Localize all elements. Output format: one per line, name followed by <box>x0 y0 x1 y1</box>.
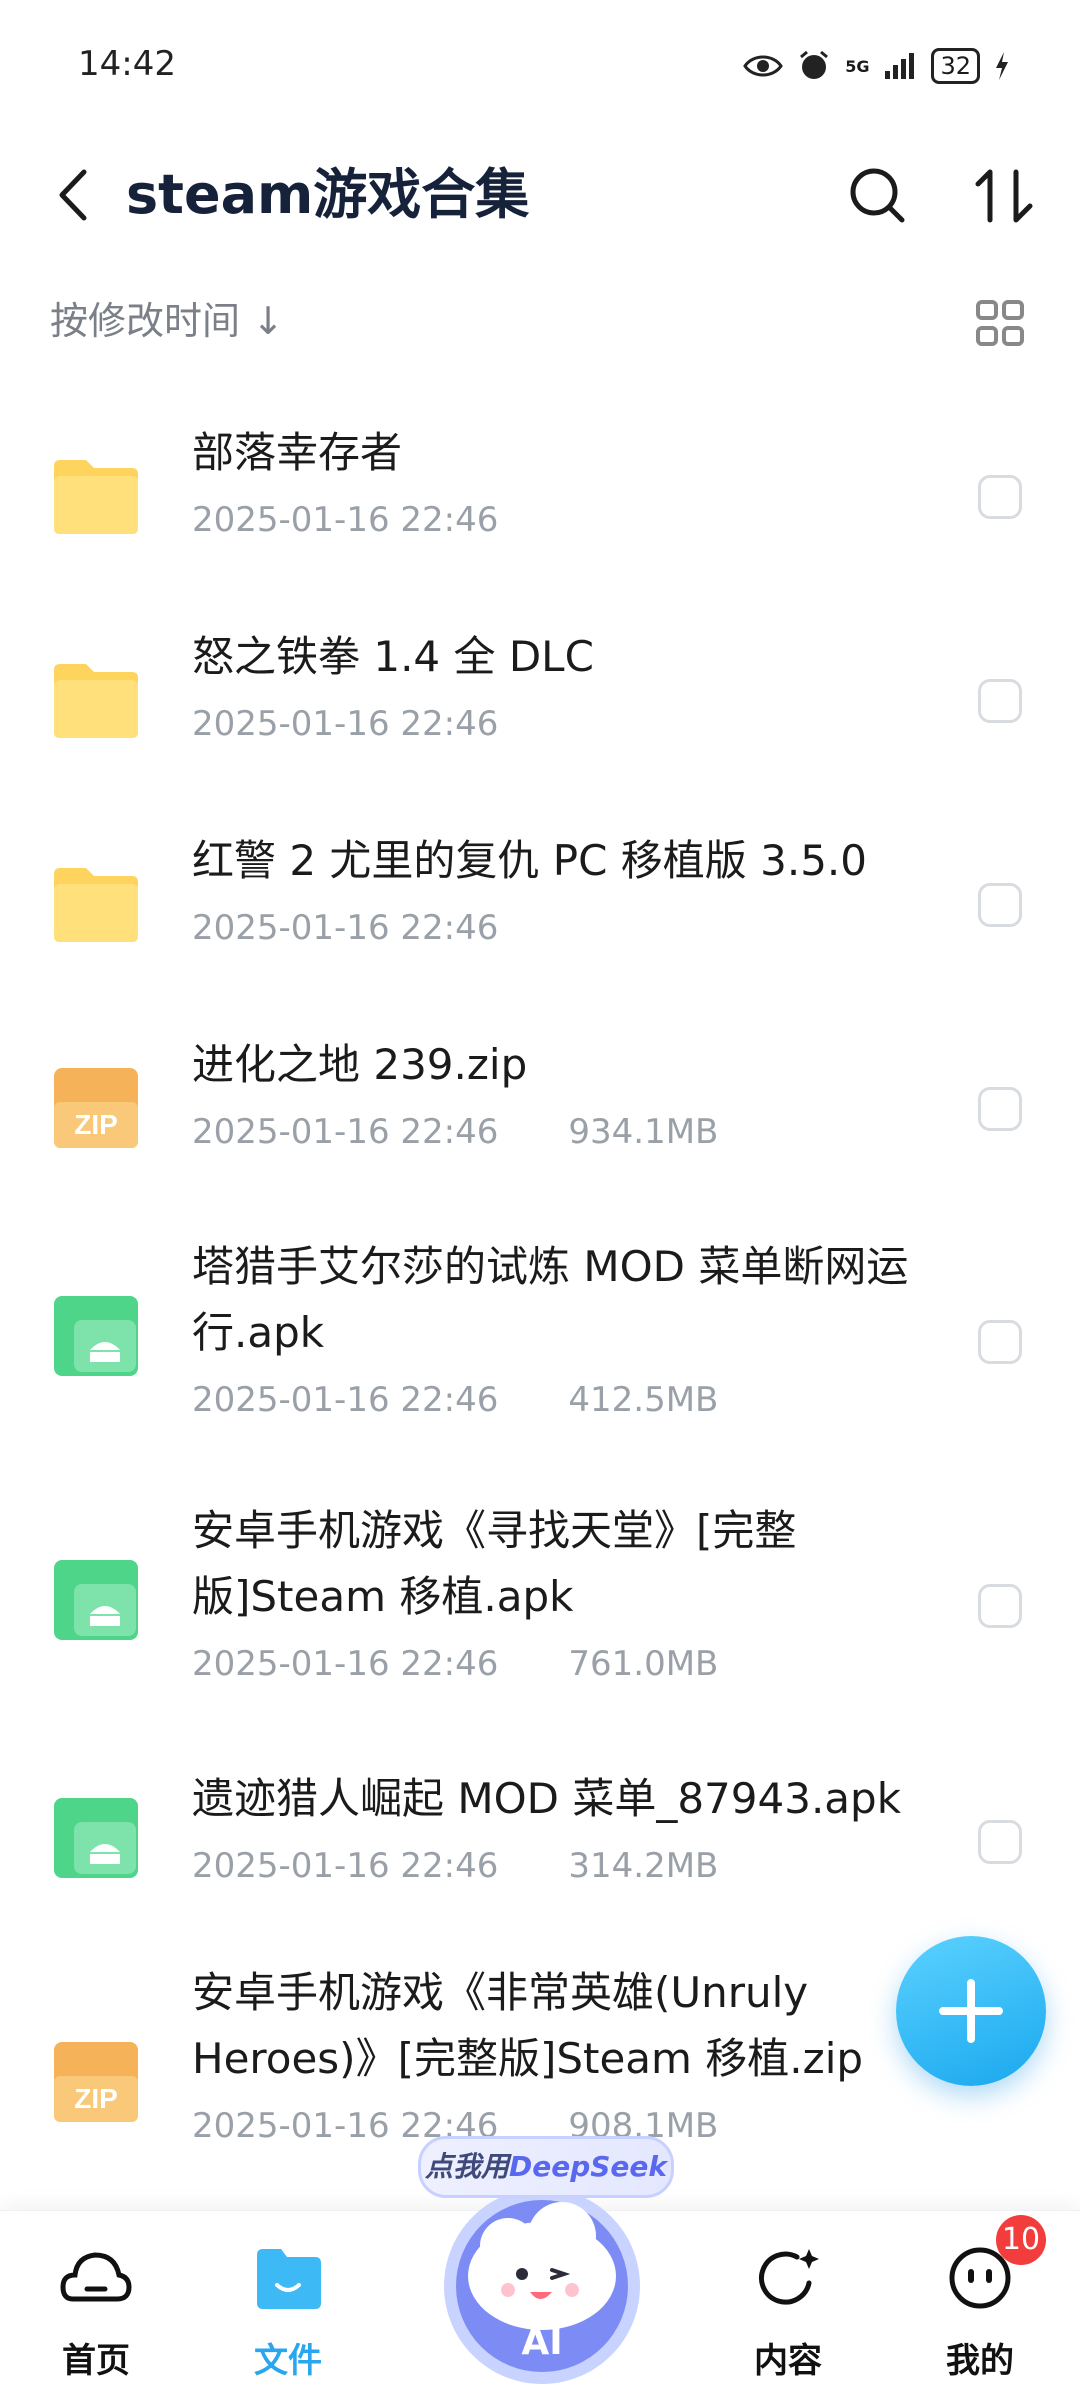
select-checkbox[interactable] <box>978 883 1022 927</box>
file-meta: 2025-01-16 22:46 <box>192 500 498 540</box>
grid-view-icon[interactable] <box>970 294 1030 354</box>
svg-text:ZIP: ZIP <box>74 2083 118 2114</box>
file-date: 2025-01-16 22:46 <box>192 908 499 948</box>
nav-home[interactable]: 首页 <box>16 2241 176 2381</box>
file-date: 2025-01-16 22:46 <box>192 1112 499 1152</box>
select-checkbox[interactable] <box>978 1820 1022 1864</box>
page-title: steam游戏合集 <box>126 163 530 226</box>
add-button[interactable] <box>896 1936 1046 2086</box>
nav-content[interactable]: 内容 <box>708 2241 868 2381</box>
top-bar: steam游戏合集 <box>0 140 1080 250</box>
file-meta: 2025-01-16 22:46 314.2MB <box>192 1846 718 1886</box>
refresh-star-icon <box>759 2249 819 2305</box>
nav-profile[interactable]: 10 我的 <box>900 2215 1060 2381</box>
file-name: 进化之地 239.zip <box>192 1040 528 1089</box>
folder-icon <box>257 2249 321 2309</box>
alarm-icon <box>800 50 829 79</box>
nav-profile-label: 我的 <box>946 2341 1014 2381</box>
notification-badge: 10 <box>996 2215 1046 2265</box>
nav-content-label: 内容 <box>754 2341 822 2381</box>
file-date: 2025-01-16 22:46 <box>192 1644 499 1684</box>
cloud-home-icon <box>60 2252 132 2302</box>
nav-home-label: 首页 <box>62 2341 130 2381</box>
file-meta: 2025-01-16 22:46 <box>192 704 498 744</box>
nav-files-label: 文件 <box>254 2341 322 2381</box>
folder-icon <box>54 664 138 738</box>
file-name: 红警 2 尤里的复仇 PC 移植版 3.5.0 <box>192 836 867 885</box>
file-name: 安卓手机游戏《寻找天堂》[完整版]Steam 移植.apk <box>192 1506 797 1621</box>
back-arrow-icon[interactable] <box>40 160 110 230</box>
select-checkbox[interactable] <box>978 679 1022 723</box>
apk-file-icon <box>54 1798 138 1878</box>
file-size: 934.1MB <box>568 1112 719 1152</box>
sort-by-modified-time[interactable]: 按修改时间 ↓ <box>50 290 284 345</box>
eye-icon <box>743 55 783 77</box>
file-size: 761.0MB <box>568 1644 719 1684</box>
file-meta: 2025-01-16 22:46 761.0MB <box>192 1644 718 1684</box>
file-date: 2025-01-16 22:46 <box>192 1846 499 1886</box>
plus-icon <box>939 1979 1003 2043</box>
file-name: 遗迹猎人崛起 MOD 菜单_87943.apk <box>192 1774 902 1823</box>
svg-text:ZIP: ZIP <box>74 1109 118 1140</box>
folder-icon <box>54 868 138 942</box>
file-name: 塔猎手艾尔莎的试炼 MOD 菜单断网运行.apk <box>192 1242 909 1357</box>
select-checkbox[interactable] <box>978 475 1022 519</box>
battery-icon: 32 <box>931 48 980 84</box>
ai-label: AI <box>521 2322 563 2363</box>
search-icon[interactable] <box>840 158 916 234</box>
zip-file-icon: ZIP <box>54 2042 138 2122</box>
file-meta: 2025-01-16 22:46 934.1MB <box>192 1112 718 1152</box>
file-date: 2025-01-16 22:46 <box>192 704 499 744</box>
deepseek-promo-prefix: 点我用 <box>424 2150 509 2183</box>
status-icons: 5G 32 <box>743 44 1010 88</box>
deepseek-brand: DeepSeek <box>508 2150 668 2183</box>
deepseek-promo-pill[interactable]: 点我用DeepSeek <box>418 2136 674 2198</box>
file-size: 412.5MB <box>568 1380 719 1420</box>
file-name: 部落幸存者 <box>192 428 403 477</box>
folder-icon <box>54 460 138 534</box>
file-size: 314.2MB <box>568 1846 719 1886</box>
status-time: 14:42 <box>78 44 176 84</box>
sort-row: 按修改时间 ↓ <box>0 280 1080 360</box>
file-name: 怒之铁拳 1.4 全 DLC <box>192 632 594 681</box>
file-meta: 2025-01-16 22:46 412.5MB <box>192 1380 718 1420</box>
select-checkbox[interactable] <box>978 1584 1022 1628</box>
zip-file-icon: ZIP <box>54 1068 138 1148</box>
sort-icon[interactable] <box>966 158 1042 234</box>
file-meta: 2025-01-16 22:46 <box>192 908 498 948</box>
network-type: 5G <box>845 56 870 76</box>
file-date: 2025-01-16 22:46 <box>192 500 499 540</box>
apk-file-icon <box>54 1560 138 1640</box>
charging-icon <box>996 52 1008 80</box>
file-name: 安卓手机游戏《非常英雄(Unruly Heroes)》[完整版]Steam 移植… <box>192 1968 864 2083</box>
apk-file-icon <box>54 1296 138 1376</box>
select-checkbox[interactable] <box>978 1320 1022 1364</box>
nav-files[interactable]: 文件 <box>208 2241 368 2381</box>
select-checkbox[interactable] <box>978 1087 1022 1131</box>
signal-icon <box>885 53 915 79</box>
status-bar: 14:42 5G 32 <box>0 0 1080 130</box>
file-date: 2025-01-16 22:46 <box>192 1380 499 1420</box>
